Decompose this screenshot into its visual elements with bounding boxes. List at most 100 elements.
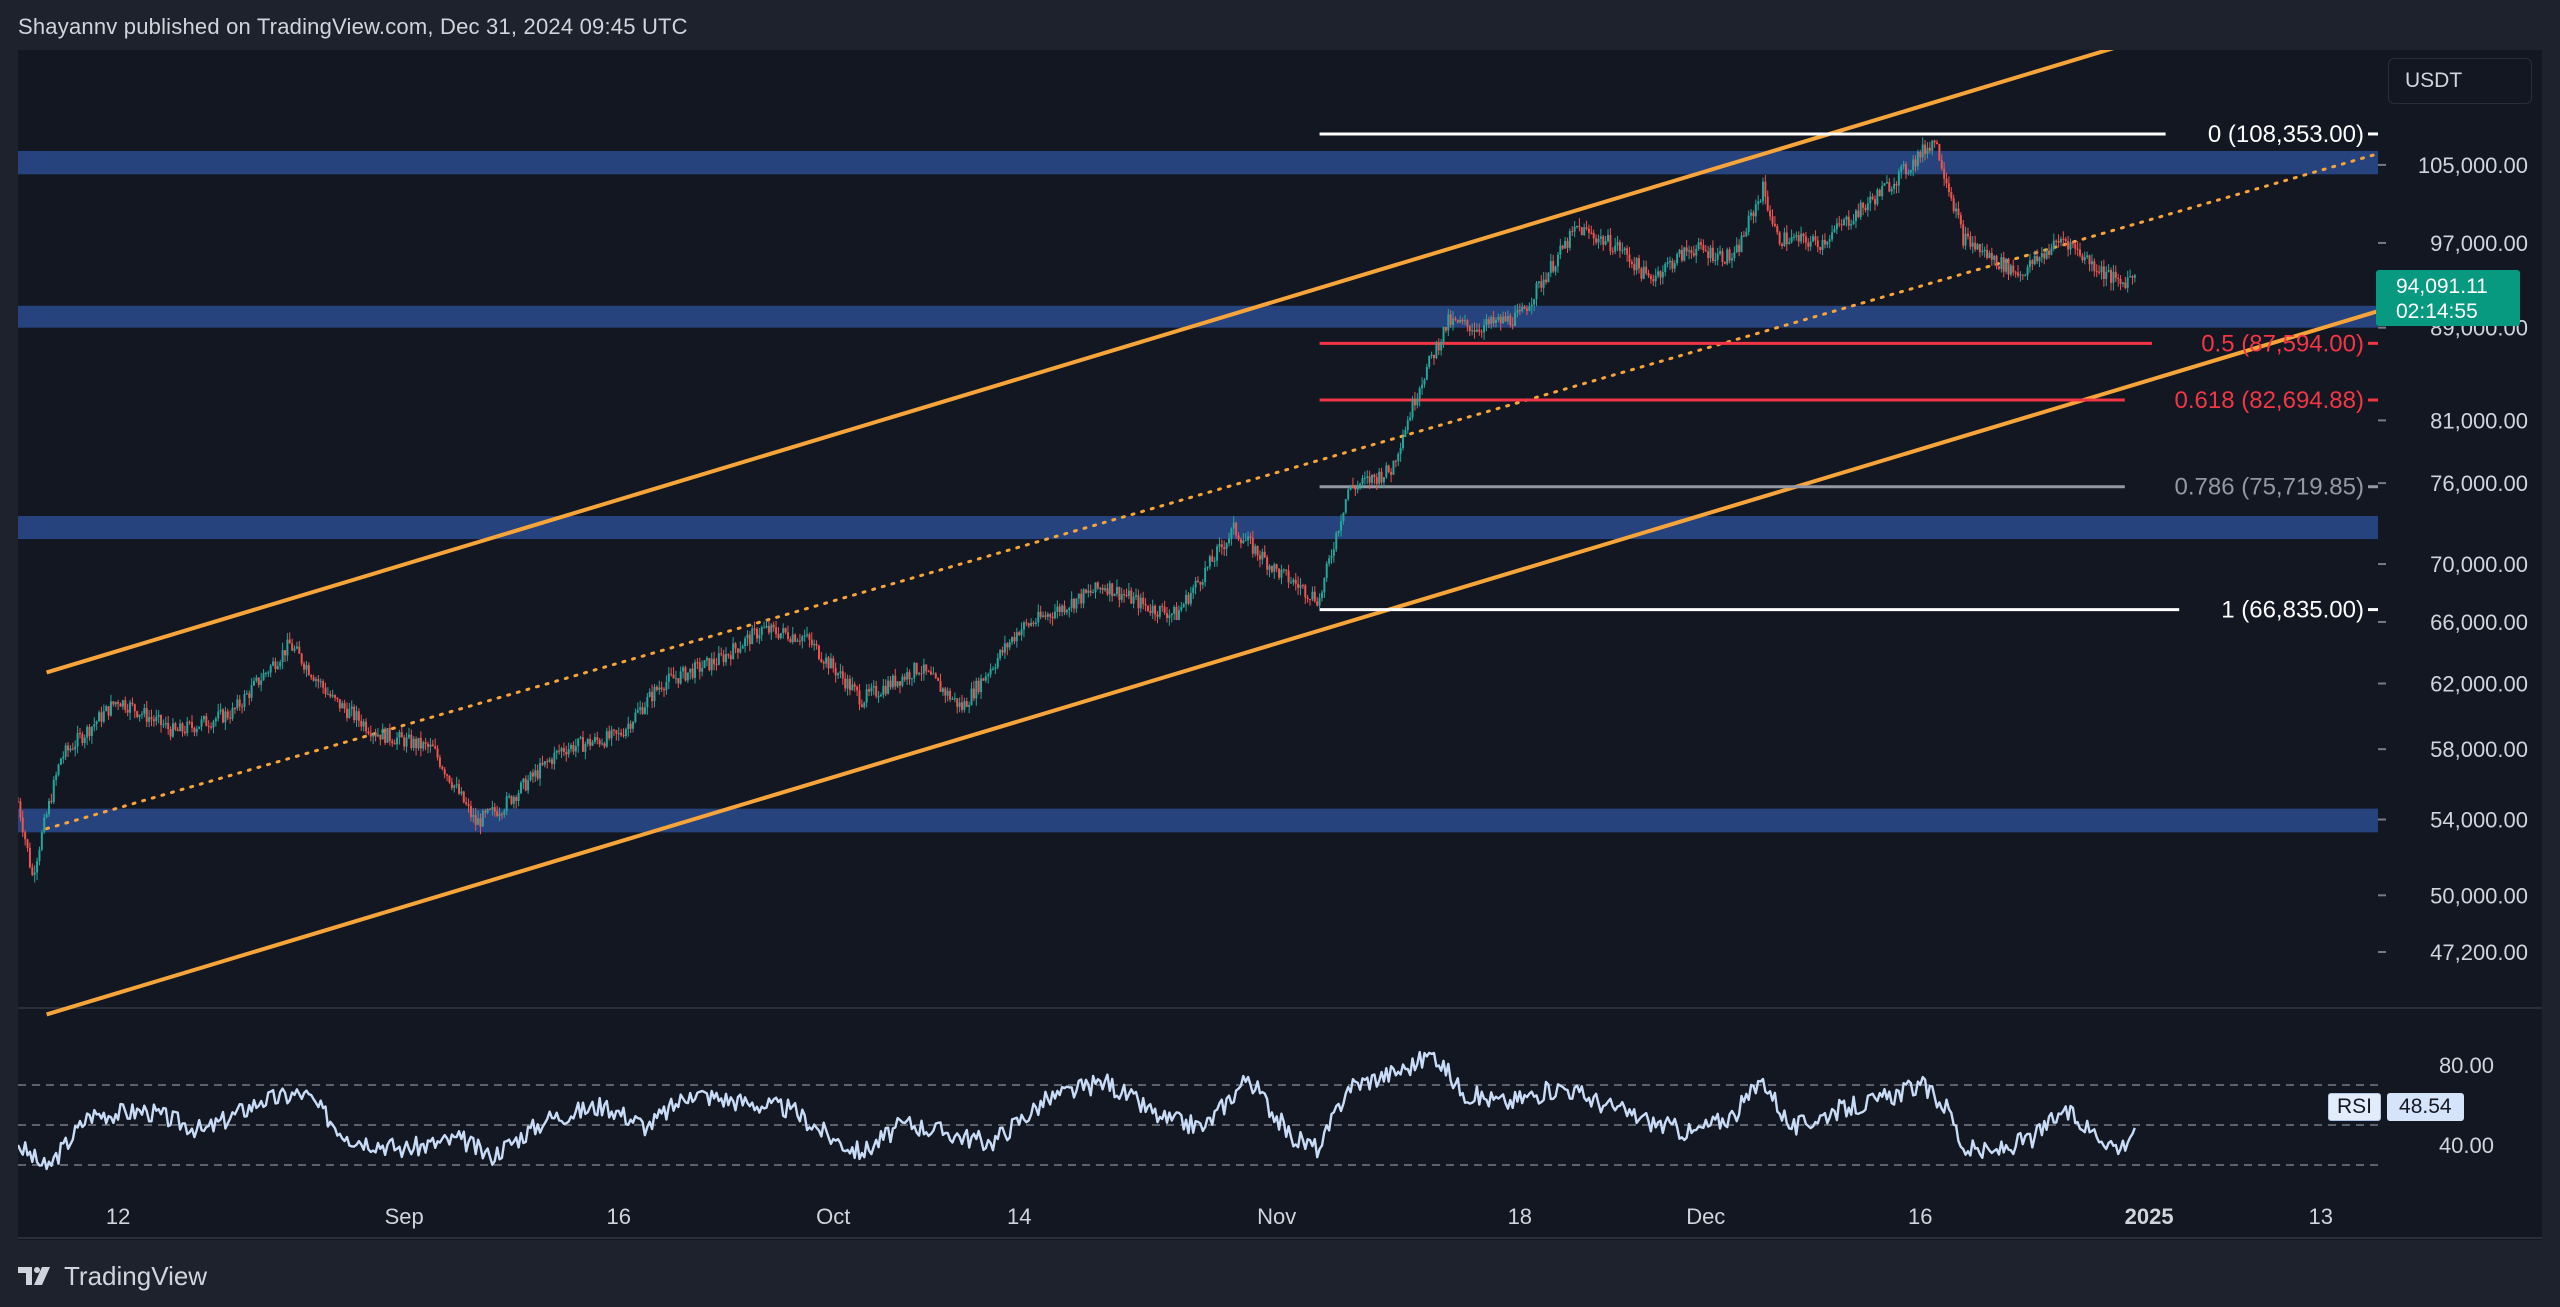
candle-body xyxy=(1323,577,1326,593)
candle-body xyxy=(834,668,837,676)
candle-body xyxy=(1702,244,1705,251)
candle-body xyxy=(357,711,360,721)
candle-body xyxy=(734,643,737,649)
candle-body xyxy=(1902,164,1905,167)
candle-body xyxy=(1065,610,1068,613)
candle-body xyxy=(837,673,840,676)
candle-body xyxy=(257,677,260,685)
candle-body xyxy=(317,679,320,682)
candle-body xyxy=(906,672,909,680)
candle-body xyxy=(1316,601,1319,606)
candle-body xyxy=(934,673,937,678)
candle-body xyxy=(1115,587,1118,595)
candle-body xyxy=(586,738,589,745)
candle-body xyxy=(1442,326,1445,342)
candle-body xyxy=(1084,589,1087,593)
candle-body xyxy=(684,667,687,681)
candle-body xyxy=(1480,331,1483,333)
candle-body xyxy=(648,691,651,697)
candle-body xyxy=(622,735,625,737)
candle-body xyxy=(140,714,143,716)
tradingview-brand[interactable]: TradingView xyxy=(64,1261,207,1292)
candle-body xyxy=(1421,384,1424,389)
candle-body xyxy=(1649,275,1652,280)
candle-body xyxy=(100,712,103,722)
candle-body xyxy=(1008,642,1011,648)
candle-body xyxy=(1745,231,1748,237)
tradingview-logo-icon[interactable] xyxy=(18,1265,54,1287)
candle-body xyxy=(1788,242,1791,244)
candle-body xyxy=(1652,279,1655,282)
candle-body xyxy=(620,732,623,736)
candle-body xyxy=(1351,485,1354,488)
candle-body xyxy=(1320,592,1323,599)
fibonacci-retracement: 0 (108,353.00) 0.5 (87,594.00) 0.618 (82,6… xyxy=(1319,121,2378,624)
candle-body xyxy=(1547,272,1550,283)
candle-body xyxy=(2009,265,2012,275)
candle-body xyxy=(1347,489,1350,500)
candle-body xyxy=(1940,160,1943,169)
price-tick-label: 76,000.00 xyxy=(2430,471,2528,496)
candle-body xyxy=(694,662,697,678)
candle-body xyxy=(1933,140,1936,143)
candle-body xyxy=(176,729,179,732)
candle-body xyxy=(341,703,344,709)
candle-body xyxy=(1738,244,1741,252)
currency-selector[interactable]: USDT xyxy=(2388,58,2532,104)
candle-body xyxy=(1556,254,1559,267)
candle-body xyxy=(2095,271,2098,273)
candle-body xyxy=(1552,261,1555,272)
candle-body xyxy=(67,745,70,751)
candle-body xyxy=(1502,316,1505,324)
candle-body xyxy=(925,664,928,672)
candle-body xyxy=(810,639,813,646)
candle-body xyxy=(303,663,306,670)
candle-body xyxy=(1225,543,1228,550)
chart-area[interactable]: 0 (108,353.00) 0.5 (87,594.00) 0.618 (82,6… xyxy=(18,50,2542,1240)
price-chart-svg[interactable]: 0 (108,353.00) 0.5 (87,594.00) 0.618 (82,6… xyxy=(18,50,2542,1240)
time-tick-label: 16 xyxy=(606,1204,630,1229)
candle-body xyxy=(1807,242,1810,247)
candle-body xyxy=(1761,181,1764,202)
candle-body xyxy=(1392,460,1395,475)
candle-body xyxy=(1800,233,1803,242)
candle-body xyxy=(1125,595,1128,597)
candle-body xyxy=(391,740,394,744)
last-price-tag: 94,091.11 02:14:55 xyxy=(2376,270,2520,326)
candle-body xyxy=(841,671,844,679)
candle-body xyxy=(1297,583,1300,588)
candle-body xyxy=(1223,547,1226,550)
candle-body xyxy=(868,689,871,692)
candle-body xyxy=(2071,242,2074,245)
candle-body xyxy=(889,680,892,688)
candle-body xyxy=(1504,316,1507,322)
candle-body xyxy=(1614,245,1617,252)
candle-body xyxy=(117,702,120,704)
fib-level-0.618-label: 0.618 (82,694.88) xyxy=(2175,387,2364,414)
candle-body xyxy=(503,811,506,815)
fib-level-0-label: 0 (108,353.00) xyxy=(2208,121,2364,148)
candle-body xyxy=(751,628,754,645)
candle-body xyxy=(2040,253,2043,258)
candle-body xyxy=(1309,599,1312,601)
candle-body xyxy=(615,730,618,734)
candle-body xyxy=(319,681,322,683)
candle-body xyxy=(617,732,620,734)
candle-body xyxy=(515,797,518,801)
candle-body xyxy=(1845,216,1848,220)
candle-body xyxy=(736,648,739,653)
candle-body xyxy=(991,668,994,670)
candle-body xyxy=(1463,320,1466,322)
candle-body xyxy=(291,643,294,651)
candle-body xyxy=(1077,593,1080,599)
candle-body xyxy=(1404,429,1407,437)
candle-body xyxy=(1418,388,1421,399)
candle-body xyxy=(1149,610,1152,613)
candle-body xyxy=(1330,555,1333,559)
candle-body xyxy=(207,725,210,727)
candle-body xyxy=(548,759,551,762)
candle-body xyxy=(93,724,96,727)
candle-body xyxy=(1952,198,1955,212)
candle-body xyxy=(1771,216,1774,224)
candle-body xyxy=(434,746,437,749)
